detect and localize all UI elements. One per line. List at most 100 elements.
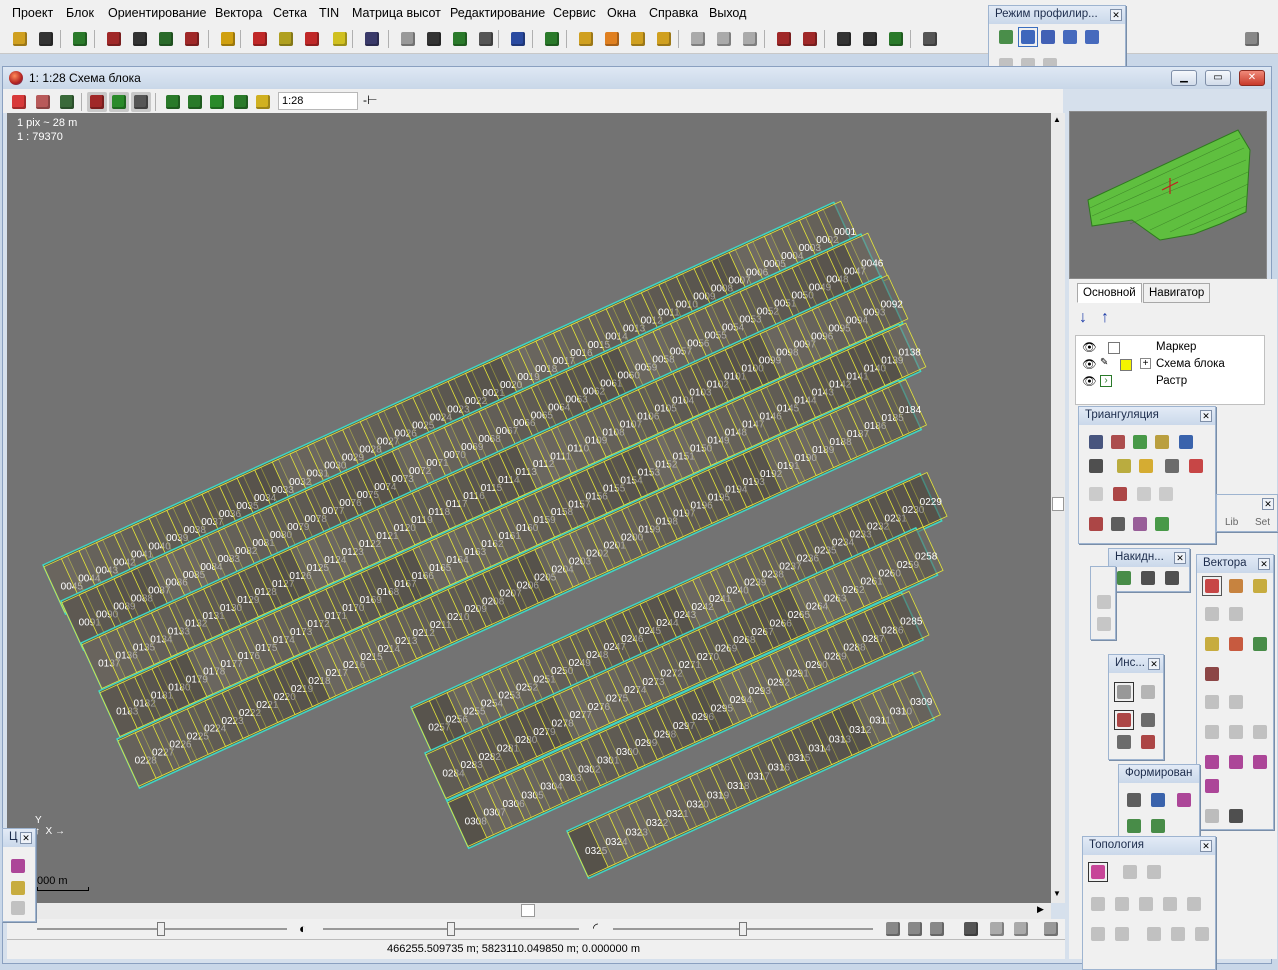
menu-item[interactable]: Блок <box>66 6 94 20</box>
pin-icon[interactable]: -⊢ <box>363 93 377 107</box>
eye-icon[interactable]: 👁 <box>1082 340 1097 354</box>
raster-check-icon[interactable]: › <box>1100 375 1112 387</box>
close-icon[interactable]: ✕ <box>1174 552 1186 564</box>
red-grid-icon[interactable] <box>1111 485 1129 503</box>
stack-icon[interactable] <box>1115 733 1133 751</box>
close-icon[interactable]: ✕ <box>1200 840 1212 852</box>
redo-icon[interactable] <box>740 29 760 49</box>
dots-grid-icon[interactable] <box>1087 485 1105 503</box>
maximize-button[interactable]: ▭ <box>1205 70 1231 86</box>
save-icon[interactable] <box>156 29 176 49</box>
tool-icon[interactable] <box>1131 515 1149 533</box>
view-btn-6-icon[interactable] <box>1011 919 1031 939</box>
eye-icon[interactable]: 👁 <box>1082 374 1097 388</box>
c-tool-3-icon[interactable] <box>9 899 27 917</box>
overlay-icon[interactable] <box>1115 569 1133 587</box>
arrows-h-icon[interactable] <box>1149 791 1167 809</box>
menu-item[interactable]: TIN <box>319 6 339 20</box>
polyline-icon[interactable] <box>1227 577 1245 595</box>
text-a-icon[interactable] <box>1227 807 1245 825</box>
menu-item[interactable]: Матрица высот <box>352 6 441 20</box>
expand-icon[interactable]: + <box>1140 358 1151 369</box>
lightning-icon[interactable] <box>218 29 238 49</box>
add-row-icon[interactable] <box>800 29 820 49</box>
menu-item[interactable]: Окна <box>607 6 636 20</box>
tin-icon[interactable] <box>450 29 470 49</box>
close-icon[interactable]: ✕ <box>1262 498 1274 510</box>
zoom-out-icon[interactable] <box>185 92 205 112</box>
arrow-left-icon[interactable] <box>1095 593 1113 611</box>
close-icon[interactable]: ✕ <box>20 832 32 844</box>
scroll-right-icon[interactable]: ▶ <box>1037 904 1044 915</box>
wave2-icon[interactable] <box>1227 723 1245 741</box>
tools-icon[interactable] <box>920 29 940 49</box>
trash-icon[interactable] <box>1187 457 1205 475</box>
adjust-icon[interactable] <box>1153 433 1171 451</box>
layers-icon[interactable] <box>57 92 77 112</box>
view-btn-3-icon[interactable] <box>927 919 947 939</box>
edit-polygon-icon[interactable] <box>1203 635 1221 653</box>
brush-icon[interactable] <box>1203 605 1221 623</box>
layer-checkbox[interactable] <box>1108 342 1120 354</box>
contrast-slider[interactable] <box>447 922 455 936</box>
redo-shape-icon[interactable] <box>1227 693 1245 711</box>
add-vertex-icon[interactable] <box>1202 576 1222 596</box>
wave3-icon[interactable] <box>1251 723 1269 741</box>
document-icon[interactable] <box>1163 457 1181 475</box>
gears-icon[interactable] <box>1109 515 1127 533</box>
vertical-scrollbar[interactable]: ▲ ▼ <box>1051 113 1065 903</box>
grid-4-icon[interactable] <box>1139 569 1157 587</box>
sun-icon[interactable] <box>330 29 350 49</box>
h-scroll-thumb[interactable] <box>521 904 535 917</box>
tab-navigator[interactable]: Навигатор <box>1143 283 1211 303</box>
window-icon[interactable] <box>130 29 150 49</box>
minimize-button[interactable]: ▁ <box>1171 70 1197 86</box>
orientation-icon[interactable] <box>424 29 444 49</box>
menu-item[interactable]: Проект <box>12 6 53 20</box>
grid-gear-icon[interactable] <box>1163 569 1181 587</box>
line-icon[interactable] <box>1227 635 1245 653</box>
scroll-thumb[interactable] <box>1052 497 1064 511</box>
topo-g-icon[interactable] <box>1185 895 1203 913</box>
checkmark-icon[interactable] <box>1153 515 1171 533</box>
profile-cols-icon[interactable] <box>1039 28 1057 46</box>
menu-item[interactable]: Вектора <box>215 6 262 20</box>
sparkle-icon[interactable] <box>1175 791 1193 809</box>
points-delete-icon[interactable] <box>1115 457 1133 475</box>
grid-points-icon[interactable] <box>250 29 270 49</box>
view-btn-1-icon[interactable] <box>883 919 903 939</box>
menu-item[interactable]: Редактирование <box>450 6 545 20</box>
folder-orange-icon[interactable] <box>602 29 622 49</box>
wave-icon[interactable] <box>1203 723 1221 741</box>
topo-f-icon[interactable] <box>1161 895 1179 913</box>
photo-icon[interactable] <box>1109 433 1127 451</box>
grid-green-icon[interactable] <box>997 28 1015 46</box>
topo-e-icon[interactable] <box>1137 895 1155 913</box>
points-icon[interactable] <box>302 29 322 49</box>
close-icon[interactable]: ✕ <box>1258 558 1270 570</box>
sync-icon[interactable] <box>886 29 906 49</box>
grid-a-icon[interactable] <box>1135 485 1153 503</box>
layer-copy-icon[interactable] <box>1114 710 1134 730</box>
3d-icon[interactable] <box>1203 753 1221 771</box>
profile-grid-icon[interactable] <box>1083 28 1101 46</box>
menu-item[interactable]: Выход <box>709 6 746 20</box>
3d-b-icon[interactable] <box>1251 753 1269 771</box>
copy-icon[interactable] <box>398 29 418 49</box>
poly-select-icon[interactable] <box>1139 683 1157 701</box>
folder-refresh-icon[interactable] <box>654 29 674 49</box>
joystick-icon[interactable] <box>36 29 56 49</box>
zoom-window-icon[interactable] <box>231 92 251 112</box>
close-icon[interactable]: ✕ <box>1148 658 1160 670</box>
view-btn-7-icon[interactable] <box>1041 919 1061 939</box>
2d-b-icon[interactable] <box>1203 777 1221 795</box>
terrain-icon[interactable] <box>1251 635 1269 653</box>
brightness-slider[interactable] <box>157 922 165 936</box>
c-tool-2-icon[interactable] <box>9 879 27 897</box>
close-icon[interactable]: ✕ <box>1110 9 1122 21</box>
topo-i-icon[interactable] <box>1113 925 1131 943</box>
tab-set[interactable]: Set <box>1255 517 1270 528</box>
undo-shape-icon[interactable] <box>1203 693 1221 711</box>
add-column-icon[interactable] <box>774 29 794 49</box>
camera-icon[interactable] <box>1087 433 1105 451</box>
